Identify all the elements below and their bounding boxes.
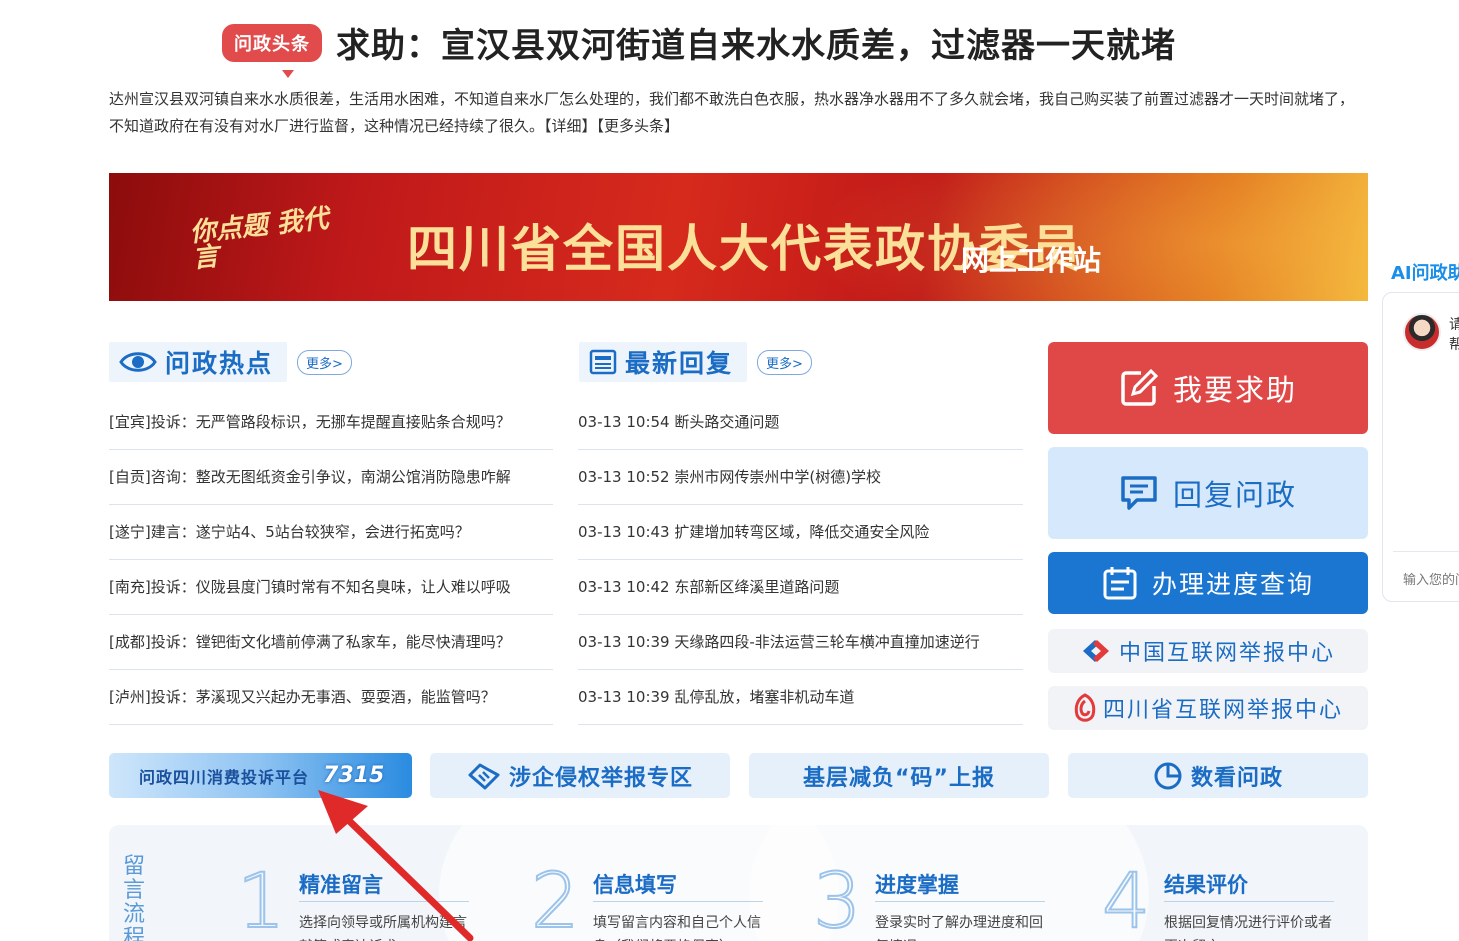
china-report-center-link[interactable]: 中国互联网举报中心: [1048, 629, 1368, 673]
latest-list-item[interactable]: 03-13 10:54 断头路交通问题: [578, 395, 1023, 450]
headline-title[interactable]: 求助：宣汉县双河街道自来水水质差，过滤器一天就堵: [336, 18, 1176, 67]
summary-text: 达州宣汉县双河镇自来水水质很差，生活用水困难，不知道自来水厂怎么处理的，我们都不…: [109, 90, 1355, 135]
step-description: 登录实时了解办理进度和回复情况: [875, 915, 1043, 941]
data-inquiry-label: 数看问政: [1190, 765, 1283, 791]
latest-more-button[interactable]: 更多>: [757, 349, 812, 375]
consumer-complaint-tile[interactable]: 问政四川消费投诉平台 7315: [109, 753, 412, 798]
latest-list-item[interactable]: 03-13 10:52 崇州市网传崇州中学(树德)学校: [578, 450, 1023, 505]
latest-list: 03-13 10:54 断头路交通问题 03-13 10:52 崇州市网传崇州中…: [578, 395, 1023, 725]
ask-help-button[interactable]: 我要求助: [1048, 342, 1368, 434]
ai-assistant-panel: 请帮 输入您的问题: [1382, 292, 1459, 602]
hot-more-button[interactable]: 更多>: [297, 349, 352, 375]
ai-avatar: [1403, 313, 1441, 351]
step-title: 信息填写: [593, 873, 677, 897]
news-icon: [589, 349, 617, 375]
hot-list-item[interactable]: [成都]投诉：镗钯街文化墙前停满了私家车，能尽快清理吗？: [109, 615, 553, 670]
step-number: 1: [236, 856, 286, 941]
consumer-complaint-logo: 7315: [323, 763, 385, 788]
eye-icon: [119, 352, 157, 372]
step-title: 进度掌握: [875, 873, 959, 897]
step-number: 4: [1101, 856, 1151, 941]
step-divider: [299, 901, 469, 902]
banner-slogan: 你点题 我代言: [188, 203, 330, 275]
step-description: 填写留言内容和自己个人信息（我们将严格保密）: [593, 915, 761, 941]
latest-title-box: 最新回复: [579, 342, 748, 382]
china-report-center-label: 中国互联网举报中心: [1118, 641, 1335, 666]
handshake-icon: [468, 763, 500, 789]
hot-list: [宜宾]投诉：无严管路段标识，无挪车提醒直接贴条合规吗？ [自贡]咨询：整改无图…: [109, 395, 553, 725]
more-headlines-link[interactable]: 【更多头条】: [597, 117, 680, 135]
ai-divider: [1393, 551, 1459, 552]
progress-query-button[interactable]: 办理进度查询: [1048, 552, 1368, 614]
step-divider: [593, 901, 763, 902]
sichuan-report-center-label: 四川省互联网举报中心: [1102, 698, 1343, 723]
detail-link[interactable]: 【详细】: [544, 117, 597, 135]
progress-query-label: 办理进度查询: [1151, 570, 1314, 599]
calendar-icon: [1103, 567, 1137, 600]
pie-chart-icon: [1154, 762, 1182, 789]
step-description: 根据回复情况进行评价或者再次留言: [1164, 915, 1332, 941]
step-number: 3: [812, 856, 862, 941]
latest-list-item[interactable]: 03-13 10:43 扩建增加转弯区域，降低交通安全风险: [578, 505, 1023, 560]
consumer-complaint-label: 问政四川消费投诉平台: [139, 767, 310, 787]
enterprise-report-tile[interactable]: 涉企侵权举报专区: [430, 753, 730, 798]
latest-list-item[interactable]: 03-13 10:39 乱停乱放，堵塞非机动车道: [578, 670, 1023, 725]
ai-greeting: 请帮: [1449, 317, 1459, 353]
sichuan-report-logo-icon: [1074, 693, 1096, 722]
hot-list-item[interactable]: [自贡]咨询：整改无图纸资金引争议，南湖公馆消防隐患咋解: [109, 450, 553, 505]
banner-subtitle: 网上工作站: [961, 244, 1102, 277]
latest-list-item[interactable]: 03-13 10:42 东部新区绛溪里道路问题: [578, 560, 1023, 615]
headline-summary: 达州宣汉县双河镇自来水水质很差，生活用水困难，不知道自来水厂怎么处理的，我们都不…: [109, 86, 1364, 140]
china-report-logo-icon: [1082, 640, 1109, 662]
latest-title: 最新回复: [625, 349, 734, 378]
ask-help-label: 我要求助: [1172, 373, 1297, 407]
hot-list-item[interactable]: [泸州]投诉：茅溪现又兴起办无事酒、耍耍酒，能监管吗？: [109, 670, 553, 725]
enterprise-report-label: 涉企侵权举报专区: [508, 765, 693, 791]
burden-reduction-label: 基层减负“码”上报: [803, 765, 995, 791]
process-label: 留言流程: [123, 854, 146, 941]
hot-list-item[interactable]: [南充]投诉：仪陇县度门镇时常有不知名臭味，让人难以呼吸: [109, 560, 553, 615]
step-divider: [875, 901, 1045, 902]
hot-list-item[interactable]: [宜宾]投诉：无严管路段标识，无挪车提醒直接贴条合规吗？: [109, 395, 553, 450]
step-title: 精准留言: [299, 873, 383, 897]
hot-section-header: 问政热点 更多>: [109, 342, 352, 382]
reply-inquiry-button[interactable]: 回复问政: [1048, 447, 1368, 539]
ai-assistant-title[interactable]: AI问政助手: [1391, 259, 1459, 285]
step-divider: [1164, 901, 1334, 902]
hot-list-item[interactable]: [遂宁]建言：遂宁站4、5站台较狭窄，会进行拓宽吗？: [109, 505, 553, 560]
sichuan-report-center-link[interactable]: 四川省互联网举报中心: [1048, 686, 1368, 730]
headline-badge: 问政头条: [222, 23, 328, 78]
data-inquiry-tile[interactable]: 数看问政: [1068, 753, 1368, 798]
message-process-section: 留言流程 1 精准留言 选择向领导或所属机构建言献策或表达诉求 2 信息填写 填…: [109, 825, 1368, 941]
hot-title-box: 问政热点: [109, 342, 288, 382]
headline: 问政头条 求助：宣汉县双河街道自来水水质差，过滤器一天就堵: [222, 18, 1176, 78]
reply-inquiry-label: 回复问政: [1172, 478, 1297, 512]
burden-reduction-tile[interactable]: 基层减负“码”上报: [749, 753, 1049, 798]
npc-cppcc-banner[interactable]: 你点题 我代言 四川省全国人大代表政协委员 网上工作站: [109, 173, 1368, 301]
latest-section-header: 最新回复 更多>: [579, 342, 812, 382]
step-title: 结果评价: [1164, 873, 1248, 897]
ai-question-input[interactable]: 输入您的问题: [1403, 569, 1459, 588]
hot-title: 问政热点: [165, 349, 274, 378]
step-number: 2: [530, 856, 580, 941]
latest-list-item[interactable]: 03-13 10:39 天缘路四段-非法运营三轮车横冲直撞加速逆行: [578, 615, 1023, 670]
chat-icon: [1121, 476, 1157, 510]
edit-icon: [1121, 368, 1159, 406]
step-description: 选择向领导或所属机构建言献策或表达诉求: [299, 915, 467, 941]
